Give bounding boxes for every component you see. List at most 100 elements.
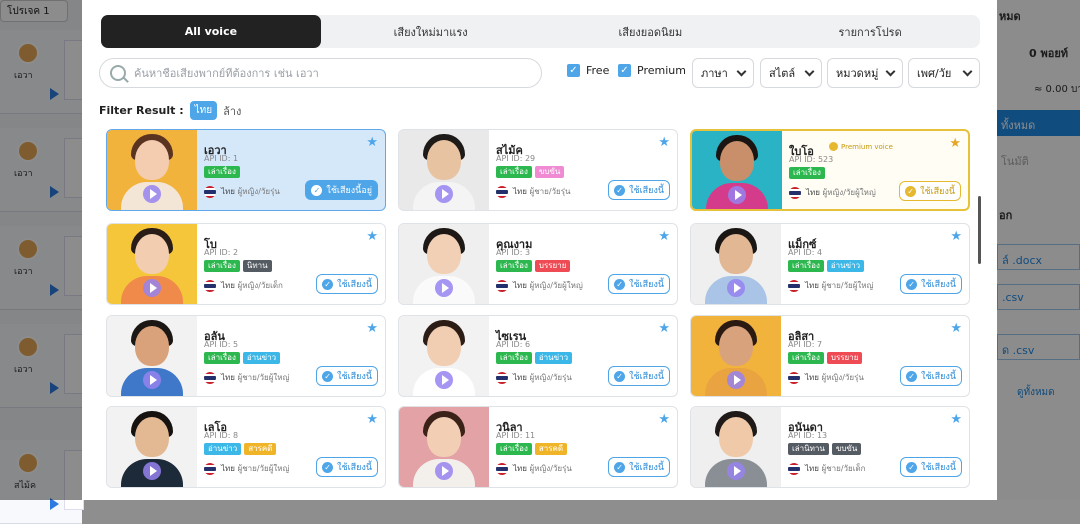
favorite-star-icon[interactable]: ★ (658, 136, 670, 149)
favorite-star-icon[interactable]: ★ (658, 230, 670, 243)
premium-label: Premium (637, 64, 686, 77)
favorite-star-icon[interactable]: ★ (950, 413, 962, 426)
check-icon: ✓ (614, 278, 626, 290)
voice-description: ผู้ชาย/วัยรุ่น (529, 187, 571, 196)
favorite-star-icon[interactable]: ★ (366, 230, 378, 243)
search-input[interactable] (134, 66, 514, 80)
use-voice-label: ใช้เสียงนี้ (337, 372, 372, 382)
voice-avatar-photo (692, 131, 782, 209)
play-preview-icon[interactable] (727, 462, 745, 480)
voice-card[interactable]: เลโอ API ID: 8 อ่านข่าว สารคดี ไทย ผู้ชาย/วั… (106, 406, 386, 488)
voice-description: ผู้หญิง/วัยเด็ก (237, 281, 283, 290)
voice-card[interactable]: วนิลา API ID: 11 เล่าเรื่อง สารคดี ไทย ผู้หญ… (398, 406, 678, 488)
use-voice-button[interactable]: ✓ ใช้เสียงนี้ (608, 457, 670, 477)
style-dropdown[interactable]: สไตล์ (760, 58, 822, 88)
voice-picker-modal: All voice เสียงใหม่มาแรง เสียงยอดนิยม รา… (82, 0, 997, 500)
use-voice-button[interactable]: ✓ ใช้เสียงนี้ (900, 457, 962, 477)
voice-tags: เล่านิทาน ขบขัน (788, 443, 864, 455)
favorite-star-icon[interactable]: ★ (366, 136, 378, 149)
voice-card[interactable]: โบ API ID: 2 เล่าเรื่อง นิทาน ไทย ผู้หญิง/วั… (106, 223, 386, 305)
voice-tag: สารคดี (244, 443, 277, 455)
avatar-face (720, 141, 754, 181)
play-preview-icon[interactable] (728, 186, 746, 204)
voice-description: ผู้หญิง/วัยรุ่น (821, 373, 864, 382)
voice-card[interactable]: อนันดา API ID: 13 เล่านิทาน ขบขัน ไทย ผู้ชาย… (690, 406, 970, 488)
play-preview-icon[interactable] (143, 185, 161, 203)
tab-all-voice[interactable]: All voice (101, 15, 321, 48)
avatar-face (135, 234, 169, 274)
use-voice-button[interactable]: ✓ ใช้เสียงนี้ (608, 180, 670, 200)
voice-card[interactable]: อลัน API ID: 5 เล่าเรื่อง อ่านข่าว ไทย ผู้ชา… (106, 315, 386, 397)
voice-tag: เล่านิทาน (788, 443, 829, 455)
voice-avatar-photo (691, 316, 781, 396)
voice-api-id: API ID: 5 (204, 340, 239, 349)
voice-avatar-photo (691, 407, 781, 487)
voice-card[interactable]: ใบโอ Premium voice API ID: 523 เล่าเรื่อง ไท… (690, 129, 970, 211)
favorite-star-icon[interactable]: ★ (949, 137, 961, 150)
voice-tag: อ่านข่าว (534, 352, 573, 364)
voice-tags: เล่าเรื่อง (204, 166, 243, 178)
voice-description: ผู้ชาย/วัยเด็ก (821, 464, 866, 473)
modal-scrollbar[interactable] (978, 196, 981, 264)
favorite-star-icon[interactable]: ★ (950, 230, 962, 243)
play-preview-icon[interactable] (435, 371, 453, 389)
favorite-star-icon[interactable]: ★ (658, 413, 670, 426)
tab-new-voices[interactable]: เสียงใหม่มาแรง (321, 15, 541, 48)
use-voice-button[interactable]: ✓ ใช้เสียงนี้ (900, 274, 962, 294)
voice-tag: อ่านข่าว (204, 443, 242, 455)
thai-flag-icon (204, 462, 216, 475)
play-preview-icon[interactable] (143, 279, 161, 297)
tab-popular-voices[interactable]: เสียงยอดนิยม (541, 15, 761, 48)
voice-card[interactable]: เอวา API ID: 1 เล่าเรื่อง ไทย ผู้หญิง/วัยรุ… (106, 129, 386, 211)
gender-age-dropdown-label: เพศ/วัย (917, 67, 952, 80)
play-preview-icon[interactable] (435, 185, 453, 203)
category-dropdown[interactable]: หมวดหมู่ (827, 58, 903, 88)
play-preview-icon[interactable] (143, 371, 161, 389)
thai-flag-icon (788, 462, 800, 475)
filter-chip-thai[interactable]: ไทย (189, 101, 218, 120)
voice-tag: เล่าเรื่อง (788, 260, 824, 272)
use-voice-button[interactable]: ✓ ใช้เสียงนี้ (608, 366, 670, 386)
favorite-star-icon[interactable]: ★ (366, 413, 378, 426)
free-checkbox[interactable]: ✓ Free (567, 64, 609, 77)
play-preview-icon[interactable] (435, 462, 453, 480)
use-voice-button[interactable]: ✓ ใช้เสียงนี้ (316, 457, 378, 477)
voice-card[interactable]: อลิสา API ID: 7 เล่าเรื่อง บรรยาย ไทย ผู้หญิ… (690, 315, 970, 397)
voice-description: ผู้ชาย/วัยผู้ใหญ่ (821, 281, 874, 290)
play-preview-icon[interactable] (435, 279, 453, 297)
voice-language: ไทย ผู้ชาย/วัยเด็ก (788, 462, 865, 475)
use-voice-label: ใช้เสียงนี้ (629, 186, 664, 196)
voice-card[interactable]: ไซเรน API ID: 6 เล่าเรื่อง อ่านข่าว ไทย ผู้ห… (398, 315, 678, 397)
chevron-down-icon (885, 66, 896, 76)
use-voice-button[interactable]: ✓ ใช้เสียงนี้ (316, 366, 378, 386)
use-voice-label: ใช้เสียงนี้ (921, 463, 956, 473)
voice-tag: บรรยาย (534, 260, 571, 272)
favorite-star-icon[interactable]: ★ (658, 322, 670, 335)
premium-checkbox[interactable]: ✓ Premium (618, 64, 686, 77)
use-voice-button[interactable]: ✓ ใช้เสียงนี้ (608, 274, 670, 294)
use-voice-button[interactable]: ✓ ใช้เสียงนี้อยู่ (305, 180, 378, 200)
play-preview-icon[interactable] (143, 462, 161, 480)
check-icon: ✓ (614, 184, 626, 196)
tab-favorites[interactable]: รายการโปรด (760, 15, 980, 48)
filter-result-label: Filter Result : (99, 104, 184, 117)
voice-language-label: ไทย (221, 281, 235, 290)
language-dropdown[interactable]: ภาษา (692, 58, 754, 88)
play-preview-icon[interactable] (727, 279, 745, 297)
voice-card[interactable]: สไม้ค API ID: 29 เล่าเรื่อง ขบขัน ไทย ผู้ชาย… (398, 129, 678, 211)
favorite-star-icon[interactable]: ★ (366, 322, 378, 335)
voice-card[interactable]: แม็กซ์ API ID: 4 เล่าเรื่อง อ่านข่าว ไทย ผู้… (690, 223, 970, 305)
clear-filter-button[interactable]: ล้าง (223, 102, 241, 120)
avatar-face (719, 326, 753, 366)
use-voice-button[interactable]: ✓ ใช้เสียงนี้ (900, 366, 962, 386)
thai-flag-icon (789, 186, 801, 199)
thai-flag-icon (496, 279, 508, 292)
voice-tags: เล่าเรื่อง บรรยาย (496, 260, 573, 272)
gender-age-dropdown[interactable]: เพศ/วัย (908, 58, 980, 88)
use-voice-button[interactable]: ✓ ใช้เสียงนี้ (899, 181, 961, 201)
favorite-star-icon[interactable]: ★ (950, 322, 962, 335)
voice-api-id: API ID: 13 (788, 431, 828, 440)
use-voice-button[interactable]: ✓ ใช้เสียงนี้ (316, 274, 378, 294)
play-preview-icon[interactable] (727, 371, 745, 389)
voice-card[interactable]: คุณงาม API ID: 3 เล่าเรื่อง บรรยาย ไทย ผู้หญ… (398, 223, 678, 305)
